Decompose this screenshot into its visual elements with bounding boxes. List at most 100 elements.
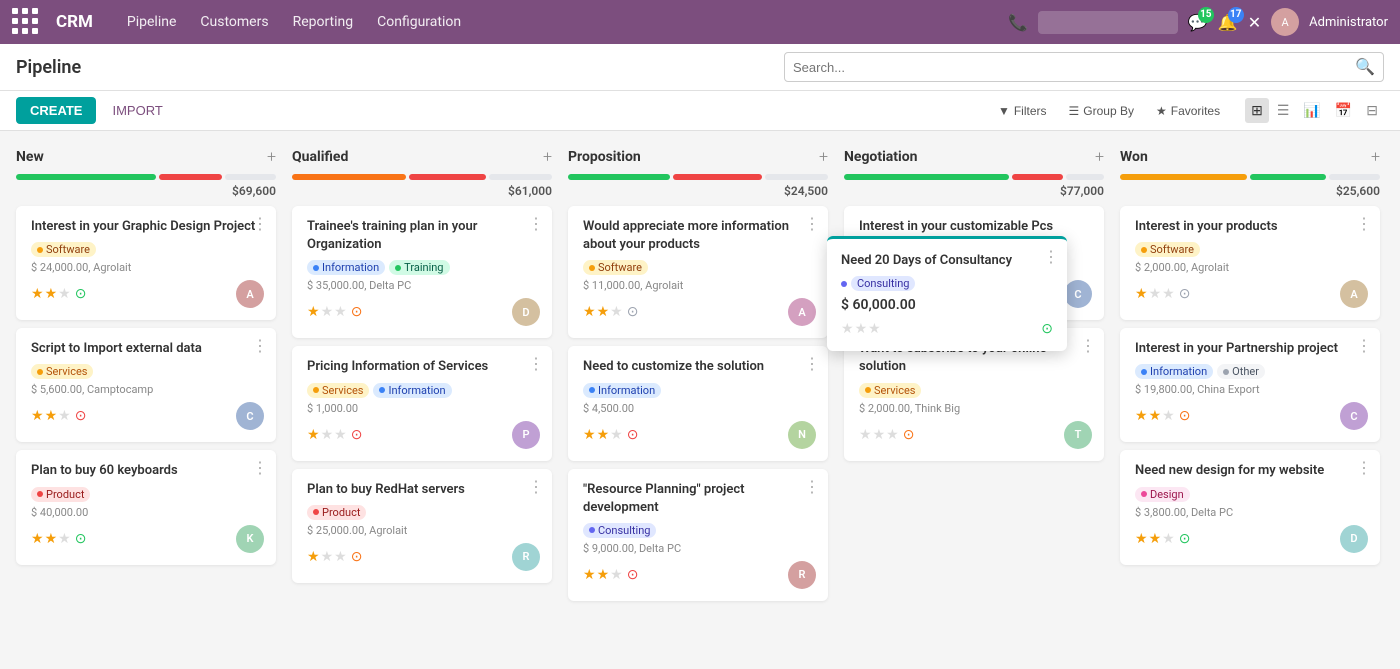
create-button[interactable]: CREATE xyxy=(16,97,96,124)
star-2[interactable]: ★ xyxy=(45,531,58,547)
group-by-button[interactable]: ☰ Group By xyxy=(1060,99,1143,123)
card-avatar-p2: N xyxy=(788,421,816,449)
close-icon[interactable]: ✕ xyxy=(1248,13,1261,32)
star-3[interactable]: ★ xyxy=(1162,408,1175,424)
notifications-badge[interactable]: 🔔 17 xyxy=(1218,13,1238,32)
star-1[interactable]: ★ xyxy=(859,427,872,443)
nav-pipeline[interactable]: Pipeline xyxy=(117,10,187,34)
card-w2[interactable]: Interest in your Partnership project Inf… xyxy=(1120,328,1380,442)
star-2[interactable]: ★ xyxy=(321,304,334,320)
filters-button[interactable]: ▼ Filters xyxy=(989,99,1056,123)
col-add-card-qualified[interactable]: + xyxy=(543,147,552,166)
card-neg1[interactable]: Interest in your customizable Pcs Produc… xyxy=(844,206,1104,320)
card-w1[interactable]: Interest in your products Software $ 2,0… xyxy=(1120,206,1380,320)
popup-star-1[interactable]: ★ xyxy=(841,321,854,337)
star-3[interactable]: ★ xyxy=(610,427,623,443)
star-3[interactable]: ★ xyxy=(610,304,623,320)
import-button[interactable]: IMPORT xyxy=(104,97,170,124)
add-column-button[interactable]: Add new Column xyxy=(1396,147,1400,254)
messages-badge[interactable]: 💬 15 xyxy=(1188,13,1208,32)
card-menu-n2[interactable]: ⋮ xyxy=(252,336,268,355)
card-menu-w2[interactable]: ⋮ xyxy=(1356,336,1372,355)
card-menu-p2[interactable]: ⋮ xyxy=(804,354,820,373)
star-3[interactable]: ★ xyxy=(58,408,71,424)
star-2[interactable]: ★ xyxy=(321,427,334,443)
apps-menu-icon[interactable] xyxy=(12,8,40,36)
star-2[interactable]: ★ xyxy=(873,427,886,443)
star-3[interactable]: ★ xyxy=(334,549,347,565)
kanban-view-button[interactable]: ⊞ xyxy=(1245,98,1269,123)
popup-star-2[interactable]: ★ xyxy=(855,321,868,337)
col-add-card-won[interactable]: + xyxy=(1371,147,1380,166)
star-3[interactable]: ★ xyxy=(1162,531,1175,547)
star-3[interactable]: ★ xyxy=(886,427,899,443)
card-menu-neg2[interactable]: ⋮ xyxy=(1080,336,1096,355)
favorites-button[interactable]: ★ Favorites xyxy=(1147,99,1229,123)
card-menu-q2[interactable]: ⋮ xyxy=(528,354,544,373)
star-3[interactable]: ★ xyxy=(610,567,623,583)
star-2[interactable]: ★ xyxy=(597,427,610,443)
chart-view-button[interactable]: 📊 xyxy=(1297,98,1326,123)
search-button[interactable]: 🔍 xyxy=(1355,57,1375,77)
star-2[interactable]: ★ xyxy=(321,549,334,565)
nav-customers[interactable]: Customers xyxy=(190,10,278,34)
star-1[interactable]: ★ xyxy=(583,567,596,583)
star-1[interactable]: ★ xyxy=(583,427,596,443)
star-3[interactable]: ★ xyxy=(334,427,347,443)
list-view-button[interactable]: ☰ xyxy=(1271,98,1296,123)
col-add-card-proposition[interactable]: + xyxy=(819,147,828,166)
grid-view-button[interactable]: ⊟ xyxy=(1360,98,1384,123)
card-n3[interactable]: Plan to buy 60 keyboards Product $ 40,00… xyxy=(16,450,276,564)
card-n2[interactable]: Script to Import external data Services … xyxy=(16,328,276,442)
star-3[interactable]: ★ xyxy=(1162,286,1175,302)
star-2[interactable]: ★ xyxy=(597,304,610,320)
star-1[interactable]: ★ xyxy=(307,304,320,320)
star-3[interactable]: ★ xyxy=(58,531,71,547)
star-1[interactable]: ★ xyxy=(307,427,320,443)
star-2[interactable]: ★ xyxy=(1149,408,1162,424)
card-menu-q1[interactable]: ⋮ xyxy=(528,214,544,233)
star-3[interactable]: ★ xyxy=(58,286,71,302)
user-avatar[interactable]: A xyxy=(1271,8,1299,36)
nav-configuration[interactable]: Configuration xyxy=(367,10,471,34)
star-2[interactable]: ★ xyxy=(1149,531,1162,547)
star-1[interactable]: ★ xyxy=(307,549,320,565)
star-2[interactable]: ★ xyxy=(45,408,58,424)
star-1[interactable]: ★ xyxy=(31,531,44,547)
card-menu-p3[interactable]: ⋮ xyxy=(804,477,820,496)
col-add-card-negotiation[interactable]: + xyxy=(1095,147,1104,166)
card-w3[interactable]: Need new design for my website Design $ … xyxy=(1120,450,1380,564)
nav-reporting[interactable]: Reporting xyxy=(283,10,364,34)
card-p2[interactable]: Need to customize the solution Informati… xyxy=(568,346,828,460)
popup-star-3[interactable]: ★ xyxy=(868,321,881,337)
card-menu-n3[interactable]: ⋮ xyxy=(252,458,268,477)
card-q2[interactable]: Pricing Information of Services Services… xyxy=(292,346,552,460)
card-menu-n1[interactable]: ⋮ xyxy=(252,214,268,233)
user-name[interactable]: Administrator xyxy=(1309,15,1388,30)
card-q3[interactable]: Plan to buy RedHat servers Product $ 25,… xyxy=(292,469,552,583)
star-1[interactable]: ★ xyxy=(1135,286,1148,302)
star-1[interactable]: ★ xyxy=(583,304,596,320)
card-p1[interactable]: Would appreciate more information about … xyxy=(568,206,828,338)
col-add-card-new[interactable]: + xyxy=(267,147,276,166)
star-1[interactable]: ★ xyxy=(1135,531,1148,547)
card-menu-q3[interactable]: ⋮ xyxy=(528,477,544,496)
star-2[interactable]: ★ xyxy=(45,286,58,302)
star-1[interactable]: ★ xyxy=(31,408,44,424)
star-2[interactable]: ★ xyxy=(597,567,610,583)
calendar-view-button[interactable]: 📅 xyxy=(1329,98,1358,123)
topnav-search-input[interactable] xyxy=(1038,11,1178,34)
star-2[interactable]: ★ xyxy=(1149,286,1162,302)
card-menu-w3[interactable]: ⋮ xyxy=(1356,458,1372,477)
main-search-input[interactable] xyxy=(793,60,1351,75)
card-menu-p1[interactable]: ⋮ xyxy=(804,214,820,233)
card-q1[interactable]: Trainee's training plan in your Organiza… xyxy=(292,206,552,338)
card-menu-w1[interactable]: ⋮ xyxy=(1356,214,1372,233)
popup-menu-icon[interactable]: ⋮ xyxy=(1043,247,1059,266)
card-n1[interactable]: Interest in your Graphic Design Project … xyxy=(16,206,276,320)
star-1[interactable]: ★ xyxy=(31,286,44,302)
phone-icon[interactable]: 📞 xyxy=(1008,13,1028,32)
star-1[interactable]: ★ xyxy=(1135,408,1148,424)
card-p3[interactable]: "Resource Planning" project development … xyxy=(568,469,828,601)
star-3[interactable]: ★ xyxy=(334,304,347,320)
